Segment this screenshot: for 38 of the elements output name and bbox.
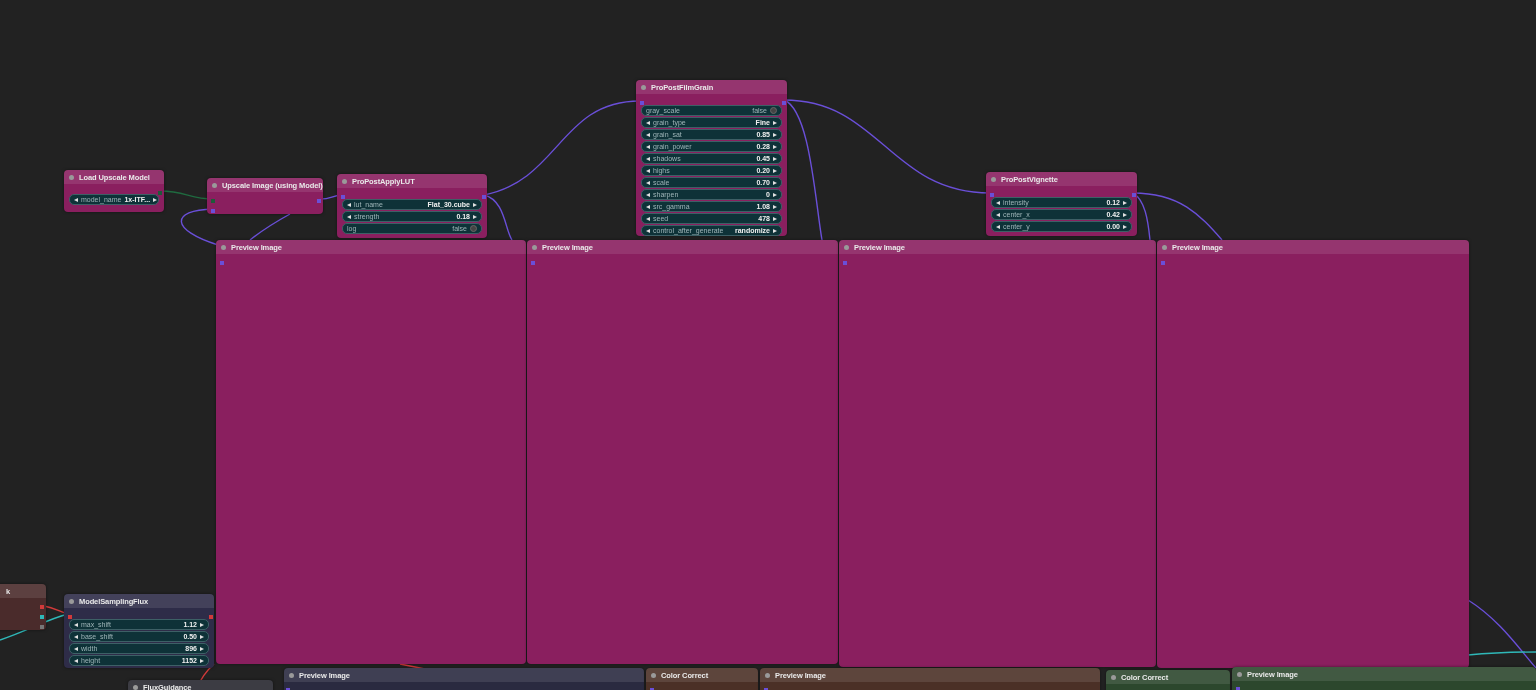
slot-icon[interactable] bbox=[68, 615, 72, 619]
node-dot-icon bbox=[532, 244, 537, 250]
slot-icon[interactable] bbox=[158, 191, 162, 195]
node-dot-icon bbox=[641, 84, 646, 90]
link-wire bbox=[249, 213, 291, 241]
slot-icon[interactable] bbox=[211, 209, 215, 213]
link-wire bbox=[180, 208, 219, 246]
slot-icon[interactable] bbox=[531, 261, 535, 265]
node-dot-icon bbox=[651, 672, 656, 678]
slot-icon[interactable] bbox=[843, 261, 847, 265]
node-dot-icon bbox=[221, 244, 226, 250]
slot-icon[interactable] bbox=[782, 101, 786, 105]
slot-icon[interactable] bbox=[40, 625, 44, 629]
slot-icon[interactable] bbox=[1132, 193, 1136, 197]
node-dot-icon bbox=[991, 176, 996, 182]
slot-icon[interactable] bbox=[1161, 261, 1165, 265]
node-dot-icon bbox=[212, 182, 217, 188]
slot-icon[interactable] bbox=[40, 615, 44, 619]
node-dot-icon bbox=[133, 684, 138, 690]
slot-icon[interactable] bbox=[640, 101, 644, 105]
node-dot-icon bbox=[69, 598, 74, 604]
node-dot-icon bbox=[1162, 244, 1167, 250]
slot-icon[interactable] bbox=[220, 261, 224, 265]
node-dot-icon bbox=[844, 244, 849, 250]
slot-icon[interactable] bbox=[482, 195, 486, 199]
slot-icon[interactable] bbox=[211, 199, 215, 203]
slot-icon[interactable] bbox=[1236, 687, 1240, 690]
slot-icon[interactable] bbox=[341, 195, 345, 199]
node-dot-icon bbox=[1111, 674, 1116, 680]
slot-icon[interactable] bbox=[317, 199, 321, 203]
slot-icon[interactable] bbox=[40, 605, 44, 609]
node-dot-icon bbox=[69, 174, 74, 180]
slot-icon[interactable] bbox=[990, 193, 994, 197]
node-dot-icon bbox=[765, 672, 770, 678]
slot-icon[interactable] bbox=[209, 615, 213, 619]
node-dot-icon bbox=[1237, 671, 1242, 677]
node-dot-icon bbox=[289, 672, 294, 678]
node-dot-icon bbox=[342, 178, 347, 184]
